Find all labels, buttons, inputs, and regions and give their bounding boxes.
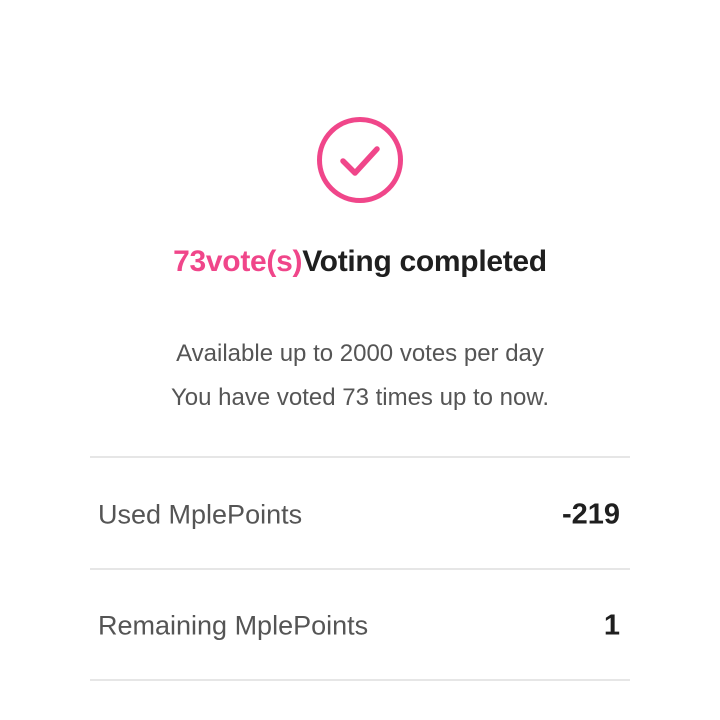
vote-description: Available up to 2000 votes per day You h… xyxy=(0,332,720,420)
used-points-label: Used MplePoints xyxy=(98,499,303,530)
divider xyxy=(90,679,630,681)
divider xyxy=(90,568,630,570)
check-circle-icon xyxy=(317,117,403,203)
remaining-points-row: Remaining MplePoints 1 xyxy=(90,571,630,681)
title-text: Voting completed xyxy=(302,245,547,278)
divider xyxy=(90,456,630,458)
result-title: 73vote(s)Voting completed xyxy=(0,242,720,282)
daily-limit-text: Available up to 2000 votes per day xyxy=(176,340,544,367)
voted-count-text: You have voted 73 times up to now. xyxy=(170,384,550,411)
vote-complete-page: 73vote(s)Voting completed Available up t… xyxy=(0,0,720,720)
vote-count: 73vote(s) xyxy=(173,245,303,278)
remaining-points-label: Remaining MplePoints xyxy=(98,610,369,641)
used-points-value: -219 xyxy=(561,498,620,531)
used-points-row: Used MplePoints -219 xyxy=(90,460,630,570)
remaining-points-value: 1 xyxy=(603,609,620,642)
